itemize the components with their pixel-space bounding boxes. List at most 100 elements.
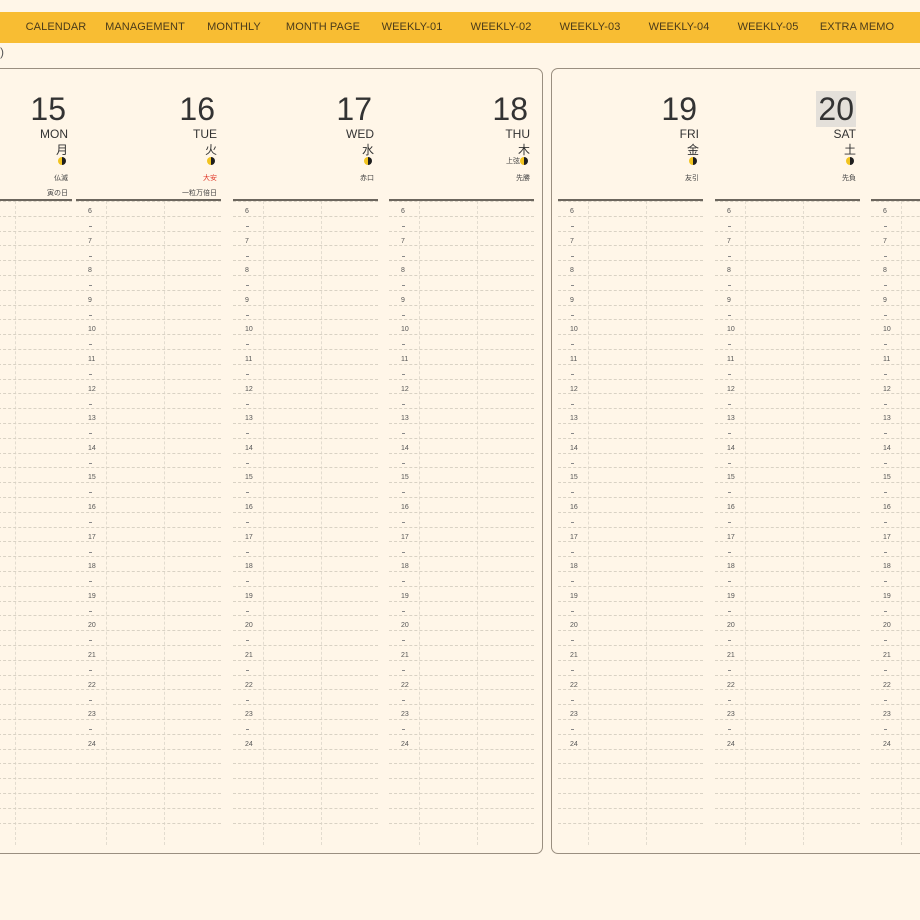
half-hour-tick <box>571 226 574 227</box>
grid-horizontal-line <box>871 511 920 513</box>
hour-label: 15 <box>883 474 891 482</box>
day-number[interactable]: 20 <box>816 91 856 127</box>
rokuyo-label: 大安 <box>203 175 217 182</box>
rokuyo-label: 友引 <box>685 175 699 182</box>
grid-horizontal-line <box>233 230 378 232</box>
hour-label: 13 <box>88 415 96 423</box>
half-hour-tick <box>402 314 405 316</box>
right-page: 19 FRI 金友引 6 7 8 9 10 11 12 13 14 15 16 17 18 19 20 21 22 23… <box>551 68 920 854</box>
hour-grid[interactable]: 6789101112131415161718192021222324 <box>389 201 534 853</box>
hour-grid[interactable]: 6789101112131415161718192021222324 <box>0 201 72 853</box>
day-number[interactable]: 19 <box>659 91 699 127</box>
nav-tab-monthly[interactable]: MONTHLY <box>207 12 261 43</box>
grid-horizontal-line <box>389 304 534 306</box>
hour-label: 17 <box>570 533 578 541</box>
nav-tab-weekly-01[interactable]: WEEKLY-01 <box>382 12 443 43</box>
grid-horizontal-line <box>558 556 703 558</box>
weekday-kanji: 水 <box>361 143 374 157</box>
grid-horizontal-line <box>0 304 72 306</box>
hour-label: 17 <box>401 533 409 541</box>
hour-label: 9 <box>727 296 731 304</box>
grid-horizontal-line <box>558 748 703 750</box>
hour-label: 24 <box>401 740 409 748</box>
hour-label: 15 <box>88 474 96 482</box>
half-hour-tick <box>728 492 731 494</box>
grid-horizontal-line <box>871 719 920 720</box>
grid-horizontal-line <box>715 289 860 291</box>
hour-label: 10 <box>88 326 96 334</box>
half-hour-tick <box>571 462 574 464</box>
grid-horizontal-line <box>0 260 72 262</box>
day-number[interactable]: 16 <box>177 91 217 127</box>
weekday-label: FRI <box>679 127 699 141</box>
grid-horizontal-line <box>0 230 72 232</box>
grid-horizontal-line <box>233 674 378 676</box>
grid-horizontal-line <box>233 541 378 543</box>
nav-tab-extra-memo[interactable]: EXTRA MEMO <box>820 12 894 43</box>
grid-horizontal-line <box>0 275 72 276</box>
nav-tab-month-page[interactable]: MONTH PAGE <box>286 12 360 43</box>
half-hour-tick <box>89 551 92 553</box>
grid-horizontal-line <box>76 807 221 809</box>
nav-tab-weekly-03[interactable]: WEEKLY-03 <box>560 12 621 43</box>
grid-horizontal-line <box>558 778 703 780</box>
hour-label: 20 <box>401 622 409 630</box>
grid-horizontal-line <box>558 511 703 513</box>
grid-horizontal-line <box>389 349 534 350</box>
hour-label: 19 <box>570 592 578 600</box>
half-hour-tick <box>728 670 731 671</box>
half-hour-tick <box>884 492 887 494</box>
hour-label: 10 <box>570 326 578 334</box>
nav-tab-weekly-02[interactable]: WEEKLY-02 <box>471 12 532 43</box>
grid-horizontal-line <box>76 541 221 543</box>
day-number[interactable]: 17 <box>334 91 374 127</box>
grid-horizontal-line <box>389 378 534 380</box>
weekday-kanji: 火 <box>204 143 217 157</box>
hour-grid[interactable]: 6789101112131415161718192021222324 <box>558 201 703 853</box>
grid-horizontal-line <box>871 600 920 602</box>
nav-tab-weekly-04[interactable]: WEEKLY-04 <box>649 12 710 43</box>
half-hour-tick <box>402 344 405 346</box>
half-hour-tick <box>402 640 405 642</box>
day-number[interactable]: 18 <box>490 91 530 127</box>
hour-grid[interactable]: 6789101112131415161718192021222324 <box>76 201 221 853</box>
moon-note: 上弦 <box>506 158 520 165</box>
grid-horizontal-line <box>715 630 860 632</box>
grid-horizontal-line <box>558 378 703 380</box>
hour-grid[interactable]: 6789101112131415161718192021222324 <box>715 201 860 853</box>
grid-horizontal-line <box>558 541 703 543</box>
half-hour-tick <box>89 255 92 257</box>
grid-horizontal-line <box>0 319 72 321</box>
grid-horizontal-line <box>558 571 703 572</box>
grid-horizontal-line <box>0 645 72 646</box>
grid-horizontal-line <box>389 408 534 410</box>
grid-horizontal-line <box>233 215 378 217</box>
grid-horizontal-line <box>715 571 860 572</box>
hour-label: 6 <box>570 208 574 215</box>
hour-grid[interactable]: 6789101112131415161718192021222324 <box>871 201 920 853</box>
hour-label: 19 <box>727 592 735 600</box>
day-number[interactable]: 15 <box>28 91 68 127</box>
nav-tab-calendar[interactable]: CALENDAR <box>26 12 87 43</box>
nav-tab-weekly-05[interactable]: WEEKLY-05 <box>738 12 799 43</box>
half-hour-tick <box>402 255 405 257</box>
grid-horizontal-line <box>389 615 534 617</box>
hour-grid[interactable]: 6789101112131415161718192021222324 <box>233 201 378 853</box>
nav-tab-management[interactable]: MANAGEMENT <box>105 12 185 43</box>
grid-horizontal-line <box>0 807 72 809</box>
half-hour-tick <box>246 610 249 612</box>
grid-horizontal-line <box>0 778 72 780</box>
hour-label: 16 <box>88 504 96 511</box>
hour-label: 16 <box>245 504 253 511</box>
grid-horizontal-line <box>233 423 378 424</box>
hour-label: 9 <box>401 296 405 304</box>
grid-horizontal-line <box>233 748 378 750</box>
half-hour-tick <box>728 551 731 553</box>
grid-horizontal-line <box>389 659 534 661</box>
grid-horizontal-line <box>715 748 860 750</box>
weekday-label: TUE <box>193 127 217 141</box>
grid-horizontal-line <box>389 215 534 217</box>
grid-horizontal-line <box>871 733 920 735</box>
half-hour-tick <box>402 433 405 435</box>
left-page: 15MON月仏滅寅の日67891011121314151617181920212… <box>0 68 543 854</box>
